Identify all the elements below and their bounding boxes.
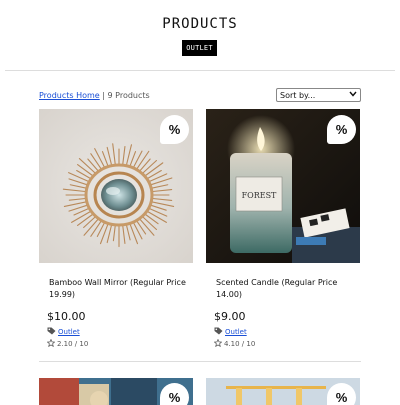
discount-percent-badge: % (160, 115, 189, 144)
products-home-link[interactable]: Products Home (39, 91, 100, 100)
product-rating: 2.10 / 10 (46, 338, 89, 349)
product-card[interactable]: % (206, 378, 360, 405)
discount-percent-badge: % (327, 115, 356, 144)
star-outline-icon (213, 338, 223, 349)
page-title: PRODUCTS (162, 16, 238, 32)
breadcrumb-separator: | (102, 91, 105, 100)
product-count: 9 Products (107, 91, 150, 100)
row-divider (39, 361, 361, 362)
sort-select[interactable]: Sort by... (276, 88, 361, 102)
product-card[interactable]: % Bamboo Wall Mirror (Regular Price 19.9… (39, 109, 193, 354)
product-name[interactable]: Bamboo Wall Mirror (Regular Price 19.99) (49, 277, 189, 301)
jar-label-text: FOREST (242, 191, 277, 200)
product-card[interactable]: % (39, 378, 193, 405)
product-price: $10.00 (47, 310, 86, 323)
product-image-scented-candle[interactable]: FOREST % (206, 109, 360, 263)
sort-selected-value: Sort by... (280, 90, 316, 100)
product-category: Outlet (47, 327, 80, 337)
rating-value: 4.10 / 10 (224, 340, 256, 348)
category-link-outlet[interactable]: Outlet (225, 328, 247, 336)
tag-icon (47, 327, 56, 337)
star-outline-icon (46, 338, 56, 349)
discount-percent-badge: % (327, 383, 356, 405)
discount-percent-badge: % (160, 383, 189, 405)
product-name[interactable]: Scented Candle (Regular Price 14.00) (216, 277, 356, 301)
product-image-bamboo-mirror[interactable]: % (39, 109, 193, 263)
outlet-badge[interactable]: OUTLET (182, 40, 217, 56)
product-card[interactable]: FOREST % Scented Candle (Regular Price 1… (206, 109, 360, 354)
product-price: $9.00 (214, 310, 246, 323)
product-category: Outlet (214, 327, 247, 337)
product-rating: 4.10 / 10 (213, 338, 256, 349)
chevron-down-icon (349, 91, 357, 99)
category-link-outlet[interactable]: Outlet (58, 328, 80, 336)
header-divider (5, 70, 395, 71)
tag-icon (214, 327, 223, 337)
breadcrumb: Products Home | 9 Products (39, 91, 150, 100)
rating-value: 2.10 / 10 (57, 340, 89, 348)
